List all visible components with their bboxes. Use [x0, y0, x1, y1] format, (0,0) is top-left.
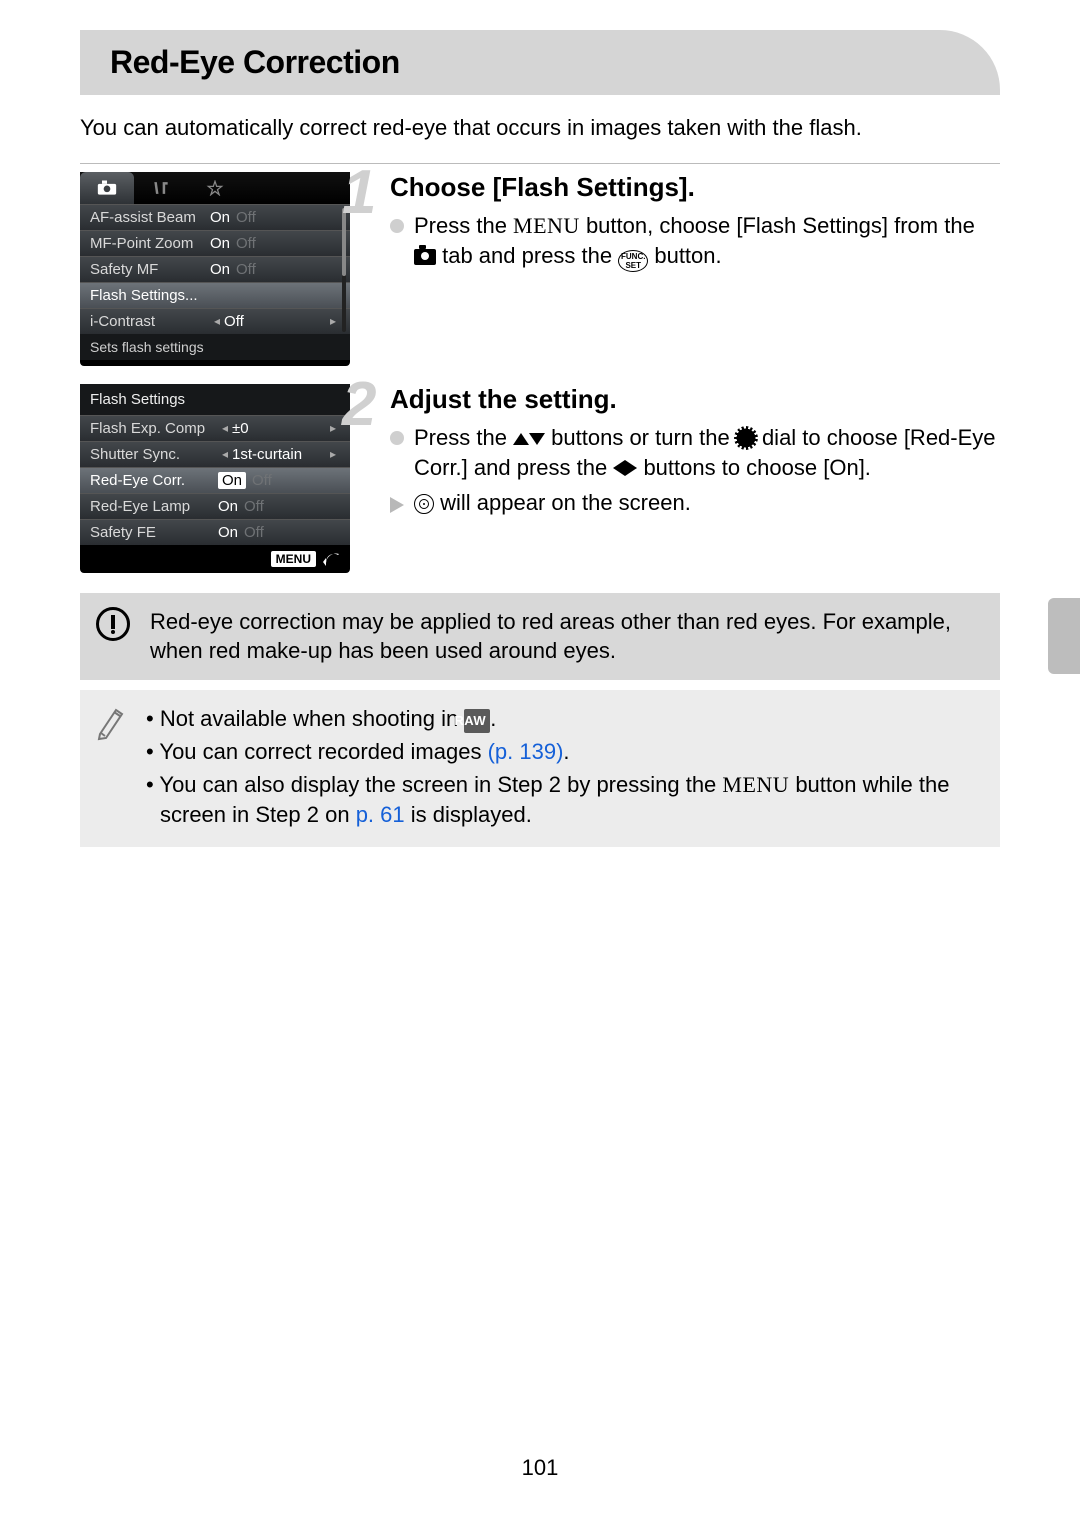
- menu-row-safety-mf: Safety MF On Off: [80, 256, 350, 282]
- step-2-result: will appear on the screen.: [414, 488, 691, 519]
- menu-row-flash-settings: Flash Settings...: [80, 282, 350, 308]
- step-2-title: Adjust the setting.: [390, 384, 1000, 415]
- warning-box: Red-eye correction may be applied to red…: [80, 593, 1000, 680]
- bullet-icon: [390, 431, 404, 445]
- menu-row-red-eye-lamp: Red-Eye Lamp On Off: [80, 493, 350, 519]
- step-2-row: Flash Settings Flash Exp. Comp ◂ ±0 ▸ Sh…: [80, 384, 1000, 573]
- up-arrow-icon: [513, 433, 529, 445]
- note-item-3: You can also display the screen in Step …: [146, 770, 984, 832]
- lcd-footer: MENU: [80, 545, 350, 567]
- camera-lcd-menu: AF-assist Beam On Off MF-Point Zoom On O…: [80, 172, 350, 366]
- control-dial-icon: [736, 428, 756, 448]
- page-number: 101: [0, 1455, 1080, 1481]
- section-title-banner: Red-Eye Correction: [80, 30, 1000, 95]
- page-ref-link-61[interactable]: p. 61: [356, 802, 405, 827]
- chapter-thumb-tab: [1048, 598, 1080, 674]
- left-arrow-icon: ◂: [222, 448, 228, 460]
- section-title: Red-Eye Correction: [110, 44, 980, 81]
- step-1-row: AF-assist Beam On Off MF-Point Zoom On O…: [80, 172, 1000, 366]
- page-ref-link-139[interactable]: (p. 139): [488, 739, 564, 764]
- right-arrow-icon: ▸: [330, 448, 336, 460]
- result-indicator-icon: [390, 497, 404, 513]
- tab-star-icon: [188, 172, 242, 204]
- note-box: Not available when shooting in RAW. You …: [80, 690, 1000, 847]
- note-list: Not available when shooting in RAW. You …: [146, 704, 984, 833]
- left-arrow-icon: [613, 460, 625, 476]
- left-arrow-icon: ◂: [222, 422, 228, 434]
- warning-text: Red-eye correction may be applied to red…: [150, 607, 984, 666]
- back-icon: [322, 552, 340, 566]
- menu-row-mf-point-zoom: MF-Point Zoom On Off: [80, 230, 350, 256]
- camera-lcd-flash-settings: Flash Settings Flash Exp. Comp ◂ ±0 ▸ Sh…: [80, 384, 350, 573]
- separator: [80, 163, 1000, 164]
- right-arrow-icon: ▸: [330, 422, 336, 434]
- note-item-1: Not available when shooting in RAW.: [146, 704, 984, 735]
- step-number-2: 2: [342, 374, 376, 436]
- right-arrow-icon: ▸: [330, 315, 336, 327]
- step-1-body: Press the MENU button, choose [Flash Set…: [414, 211, 1000, 273]
- warning-icon: [96, 607, 130, 641]
- red-eye-screen-icon: [414, 494, 434, 514]
- menu-button-label: MENU: [513, 213, 580, 238]
- menu-caption: Sets flash settings: [80, 334, 350, 360]
- menu-row-af-assist: AF-assist Beam On Off: [80, 204, 350, 230]
- raw-mode-icon: RAW: [464, 709, 490, 733]
- step-2-body: Press the buttons or turn the dial to ch…: [414, 423, 1000, 485]
- menu-chip: MENU: [271, 551, 316, 567]
- menu-row-safety-fe: Safety FE On Off: [80, 519, 350, 545]
- menu-row-shutter-sync: Shutter Sync. ◂ 1st-curtain ▸: [80, 441, 350, 467]
- tab-tools-icon: [134, 172, 188, 204]
- down-arrow-icon: [529, 433, 545, 445]
- menu-row-flash-exp-comp: Flash Exp. Comp ◂ ±0 ▸: [80, 415, 350, 441]
- step-1-title: Choose [Flash Settings].: [390, 172, 1000, 203]
- bullet-icon: [390, 219, 404, 233]
- menu-row-i-contrast: i-Contrast ◂ Off ▸: [80, 308, 350, 334]
- note-item-2: You can correct recorded images (p. 139)…: [146, 737, 984, 768]
- right-arrow-icon: [625, 460, 637, 476]
- tab-camera-icon: [80, 172, 134, 204]
- func-set-button-icon: FUNC.SET: [618, 250, 648, 272]
- left-arrow-icon: ◂: [214, 315, 220, 327]
- flash-settings-title: Flash Settings: [80, 384, 350, 415]
- intro-text: You can automatically correct red-eye th…: [80, 113, 1000, 143]
- menu-row-red-eye-corr: Red-Eye Corr. On Off: [80, 467, 350, 493]
- camera-tab-icon: [414, 249, 436, 265]
- pencil-note-icon: [96, 704, 126, 742]
- menu-button-label: MENU: [722, 772, 789, 797]
- step-number-1: 1: [342, 162, 376, 224]
